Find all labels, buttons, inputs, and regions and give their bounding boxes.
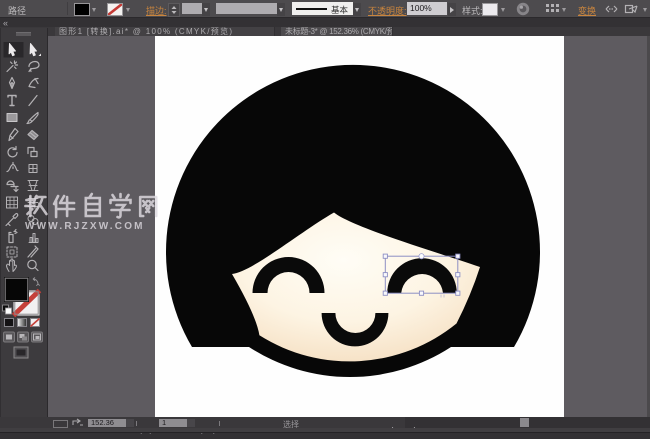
svg-text:WWW.RJZXW.COM: WWW.RJZXW.COM: [25, 221, 145, 232]
